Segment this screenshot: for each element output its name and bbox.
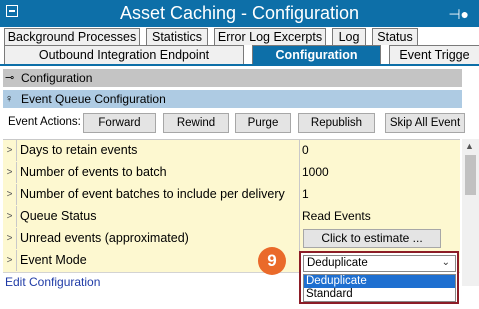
chevron-right-icon[interactable]: > [3,184,17,205]
table-row[interactable]: > Number of event batches to include per… [3,184,460,207]
property-value: 1000 [302,165,329,179]
property-value: 1 [302,187,309,201]
chevron-right-icon[interactable]: > [3,250,17,271]
purge-button[interactable]: Purge [235,113,291,133]
rewind-button[interactable]: Rewind [163,113,229,133]
section-label: Event Queue Configuration [21,92,166,106]
step-callout-badge: 9 [258,247,286,275]
chevron-right-icon[interactable]: > [3,206,17,227]
window-title: Asset Caching - Configuration [119,3,360,23]
pin-icon[interactable]: ⊣● [448,6,469,23]
tab-log[interactable]: Log [332,28,366,45]
title-bar: Asset Caching - Configuration ⊣● [0,0,479,27]
tab-background-processes[interactable]: Background Processes [4,28,140,45]
tab-outbound-integration-endpoint[interactable]: Outbound Integration Endpoint [4,45,244,64]
option-standard[interactable]: Standard [304,288,455,301]
table-row[interactable]: > Days to retain events 0 [3,140,460,163]
vertical-scrollbar[interactable]: ▲ [462,139,479,286]
configuration-section-header[interactable]: ⊸ Configuration [3,69,462,87]
estimate-button[interactable]: Click to estimate ... [303,229,441,248]
tab-row-2: Outbound Integration Endpoint Configurat… [0,45,479,64]
property-name: Days to retain events [20,143,138,157]
event-queue-section-header[interactable]: ♀ Event Queue Configuration [3,90,462,108]
property-name: Event Mode [20,253,87,267]
property-value: Read Events [302,209,371,223]
event-actions-label: Event Actions: [8,116,81,128]
property-name: Number of event batches to include per d… [20,187,285,201]
property-name: Unread events (approximated) [20,231,189,245]
event-mode-select[interactable]: Deduplicate ⌄ [303,255,456,272]
tab-configuration[interactable]: Configuration [252,45,381,64]
key-icon: ♀ [5,93,14,105]
table-row[interactable]: > Queue Status Read Events [3,206,460,229]
event-mode-highlight-frame: Deduplicate ⌄ Deduplicate Standard [299,251,459,304]
republish-button[interactable]: Republish [298,113,375,133]
event-mode-options: Deduplicate Standard [303,274,456,302]
tab-row-1: Background Processes Statistics Error Lo… [0,27,479,46]
forward-button[interactable]: Forward [83,113,156,133]
chevron-right-icon[interactable]: > [3,140,17,161]
tab-underline [0,64,479,66]
chevron-right-icon[interactable]: > [3,162,17,183]
scroll-up-icon[interactable]: ▲ [465,141,474,151]
property-name: Queue Status [20,209,97,223]
scrollbar-thumb[interactable] [465,155,476,195]
skip-all-events-button[interactable]: Skip All Event [385,113,465,133]
table-row[interactable]: > Unread events (approximated) Click to … [3,228,460,251]
event-actions-bar: Event Actions: Forward Rewind Purge Repu… [3,111,465,135]
tab-status[interactable]: Status [372,28,418,45]
chevron-right-icon[interactable]: > [3,228,17,249]
option-deduplicate[interactable]: Deduplicate [304,275,455,288]
select-value: Deduplicate [307,257,368,269]
property-name: Number of events to batch [20,165,167,179]
chevron-down-icon[interactable]: ⌄ [442,255,450,270]
edit-configuration-link[interactable]: Edit Configuration [5,275,100,289]
property-grid: > Days to retain events 0 > Number of ev… [3,139,460,273]
table-row[interactable]: > Number of events to batch 1000 [3,162,460,185]
tab-statistics[interactable]: Statistics [146,28,208,45]
key-icon: ⊸ [5,72,15,84]
property-value: 0 [302,143,309,157]
tab-error-log-excerpts[interactable]: Error Log Excerpts [214,28,326,45]
tab-event-trigger[interactable]: Event Trigge [389,45,479,64]
section-label: Configuration [21,71,93,85]
